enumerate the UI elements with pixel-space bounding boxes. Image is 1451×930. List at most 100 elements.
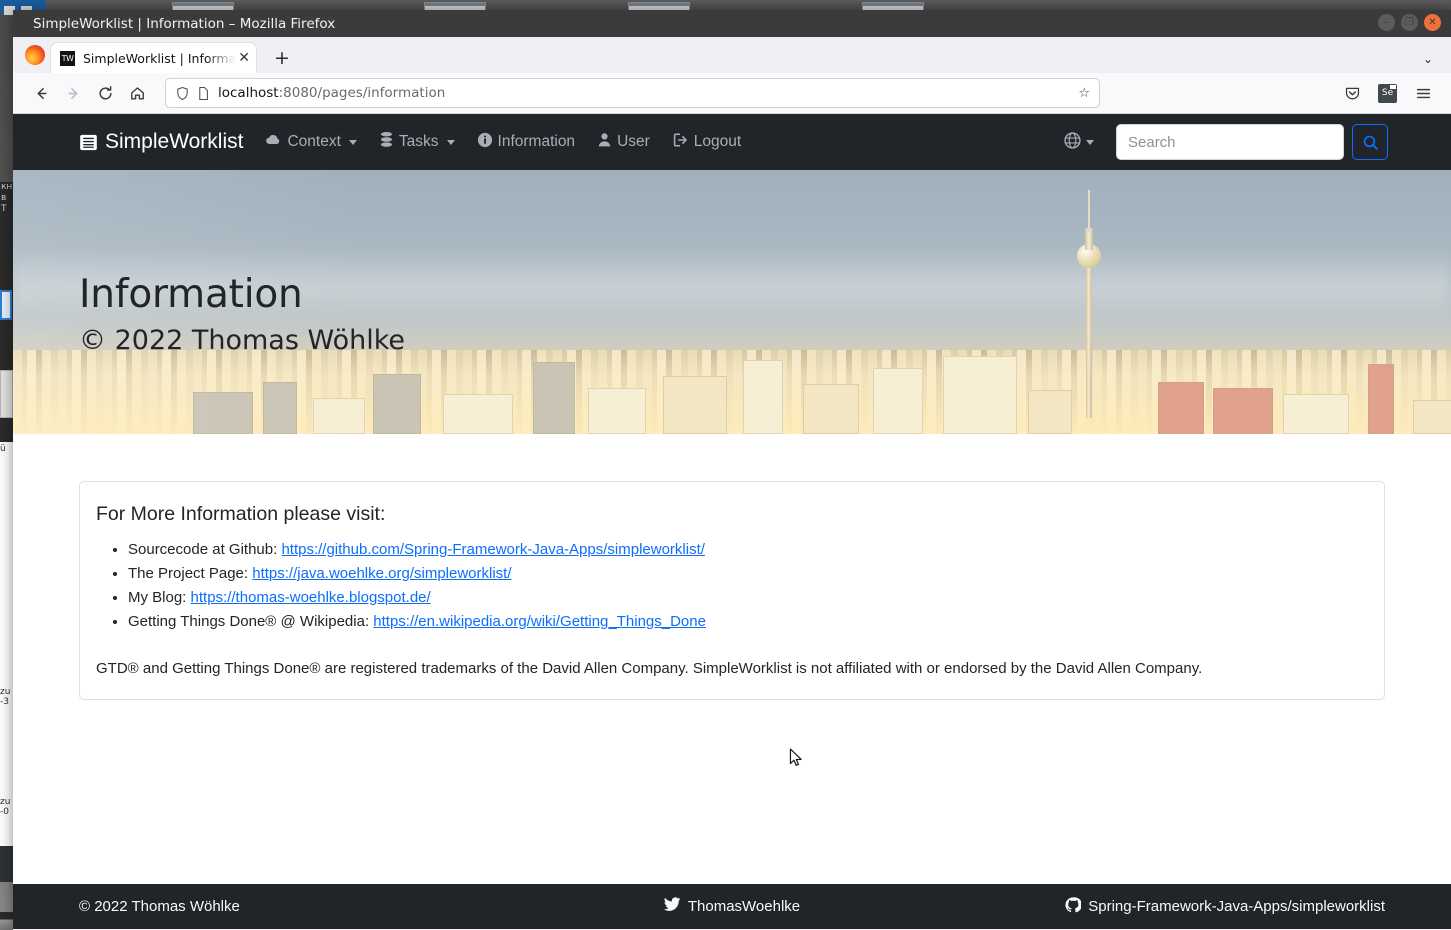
- hamburger-menu-icon: [1416, 88, 1430, 98]
- logout-icon: [672, 132, 689, 153]
- selenium-extension-icon[interactable]: Se: [1378, 83, 1397, 103]
- footer-github-link[interactable]: Spring-Framework-Java-Apps/simpleworklis…: [1065, 896, 1385, 917]
- shield-icon: [177, 86, 188, 100]
- web-page: SimpleWorklist Context Tasks Information…: [13, 114, 1451, 929]
- database-icon: [379, 131, 394, 153]
- search-icon: [1363, 135, 1378, 150]
- maximize-icon: ❐: [1405, 16, 1414, 28]
- nav-item-user[interactable]: User: [597, 132, 650, 153]
- window-controls: – ❐ ✕: [1378, 14, 1441, 31]
- nav-label-tasks: Tasks: [398, 133, 439, 150]
- pocket-icon: [1345, 87, 1359, 99]
- chevron-down-icon: [1086, 139, 1094, 145]
- firefox-window: SimpleWorklist | Information – Mozilla F…: [13, 10, 1451, 930]
- nav-label-logout: Logout: [693, 133, 742, 150]
- minimize-button[interactable]: –: [1378, 14, 1395, 31]
- language-switcher[interactable]: [1064, 131, 1094, 153]
- nav-label-information: Information: [497, 133, 576, 150]
- github-icon: [1065, 896, 1083, 917]
- forward-arrow-icon: [68, 87, 77, 99]
- footer-twitter-link[interactable]: ThomasWoehlke: [663, 897, 801, 916]
- list-task-icon: [79, 133, 98, 152]
- minimize-icon: –: [1384, 16, 1389, 28]
- cloud-icon: [265, 131, 282, 153]
- nav-label-user: User: [617, 133, 650, 150]
- back-arrow-icon: [37, 87, 46, 99]
- list-item-prefix: Getting Things Done® @ Wikipedia:: [128, 613, 374, 630]
- new-tab-button[interactable]: +: [274, 49, 290, 68]
- list-item: Getting Things Done® @ Wikipedia: https:…: [128, 610, 1368, 634]
- search-button[interactable]: [1352, 124, 1388, 160]
- search-input[interactable]: [1116, 124, 1344, 160]
- tab-strip: TW SimpleWorklist | Informat ✕ + ⌄: [13, 37, 1451, 73]
- mouse-cursor: [789, 748, 802, 766]
- window-titlebar[interactable]: SimpleWorklist | Information – Mozilla F…: [13, 10, 1451, 37]
- brand-link[interactable]: SimpleWorklist: [79, 130, 243, 154]
- trademark-notice: GTD® and Getting Things Done® are regist…: [96, 660, 1203, 677]
- card-heading: For More Information please visit:: [96, 503, 386, 525]
- firefox-logo-icon: [25, 45, 45, 65]
- tab-favicon-icon: TW: [60, 50, 75, 66]
- url-host: localhost: [218, 85, 279, 101]
- twitter-icon: [663, 897, 681, 916]
- window-title: SimpleWorklist | Information – Mozilla F…: [33, 15, 336, 32]
- back-button[interactable]: [25, 78, 57, 108]
- information-link-list: Sourcecode at Github: https://github.com…: [128, 538, 1368, 634]
- main-content: For More Information please visit: Sourc…: [13, 434, 1451, 879]
- info-circle-icon: [477, 132, 493, 153]
- nav-item-logout[interactable]: Logout: [672, 132, 741, 153]
- list-item-prefix: My Blog:: [128, 589, 191, 606]
- list-item-prefix: Sourcecode at Github:: [128, 541, 282, 558]
- page-icon: [199, 86, 208, 100]
- hero-subtitle: © 2022 Thomas Wöhlke: [79, 324, 406, 356]
- home-button[interactable]: [121, 78, 153, 108]
- close-button[interactable]: ✕: [1424, 14, 1441, 31]
- tab-title: SimpleWorklist | Informat: [83, 50, 237, 66]
- background-window-footer: [0, 846, 14, 882]
- tab-close-icon[interactable]: ✕: [236, 51, 250, 65]
- list-item: My Blog: https://thomas-woehlke.blogspot…: [128, 586, 1368, 610]
- background-window[interactable]: кнвТin ü zu-3 zu-0: [0, 182, 14, 882]
- maximize-button[interactable]: ❐: [1401, 14, 1418, 31]
- toolbar-right-group: Se: [1336, 78, 1439, 108]
- app-footer: © 2022 Thomas Wöhlke ThomasWoehlke Sprin…: [13, 884, 1451, 929]
- reload-button[interactable]: [89, 78, 121, 108]
- project-page-link[interactable]: https://java.woehlke.org/simpleworklist/: [252, 565, 511, 582]
- information-card: For More Information please visit: Sourc…: [79, 481, 1385, 700]
- list-all-tabs-icon[interactable]: ⌄: [1423, 52, 1433, 66]
- chevron-down-icon: [348, 139, 357, 145]
- browser-toolbar: localhost :8080/pages/information ☆ Se: [13, 73, 1451, 114]
- globe-icon: [1064, 131, 1081, 153]
- person-icon: [597, 132, 612, 153]
- bookmark-star-icon[interactable]: ☆: [1078, 86, 1090, 101]
- nav-label-context: Context: [287, 133, 341, 150]
- chevron-down-icon: [446, 139, 455, 145]
- list-item: Sourcecode at Github: https://github.com…: [128, 538, 1368, 562]
- app-navbar: SimpleWorklist Context Tasks Information…: [13, 114, 1451, 170]
- close-icon: ✕: [1428, 16, 1437, 28]
- background-window-text: ü: [0, 444, 6, 454]
- background-window-text: zu -0: [0, 797, 11, 817]
- github-source-link[interactable]: https://github.com/Spring-Framework-Java…: [281, 541, 704, 558]
- nav-item-context[interactable]: Context: [265, 131, 357, 153]
- background-window-panel: [0, 370, 13, 418]
- nav-item-tasks[interactable]: Tasks: [379, 131, 455, 153]
- url-bar[interactable]: localhost :8080/pages/information ☆: [165, 78, 1100, 108]
- page-title: Information: [79, 272, 303, 317]
- browser-tab[interactable]: TW SimpleWorklist | Informat ✕: [51, 43, 256, 73]
- url-path: :8080/pages/information: [278, 85, 446, 101]
- navbar-right-group: [1064, 124, 1451, 160]
- blog-link[interactable]: https://thomas-woehlke.blogspot.de/: [191, 589, 431, 606]
- list-item-prefix: The Project Page:: [128, 565, 253, 582]
- reload-icon: [98, 85, 112, 99]
- app-menu-button[interactable]: [1407, 78, 1439, 108]
- background-window-text: zu -3: [0, 687, 11, 707]
- forward-button[interactable]: [57, 78, 89, 108]
- nav-item-information[interactable]: Information: [477, 132, 576, 153]
- wikipedia-gtd-link[interactable]: https://en.wikipedia.org/wiki/Getting_Th…: [373, 613, 706, 630]
- footer-github-repo: Spring-Framework-Java-Apps/simpleworklis…: [1088, 898, 1385, 915]
- pocket-button[interactable]: [1336, 78, 1368, 108]
- background-window-field: [0, 290, 12, 320]
- footer-twitter-handle: ThomasWoehlke: [687, 898, 801, 915]
- brand-label: SimpleWorklist: [105, 130, 244, 153]
